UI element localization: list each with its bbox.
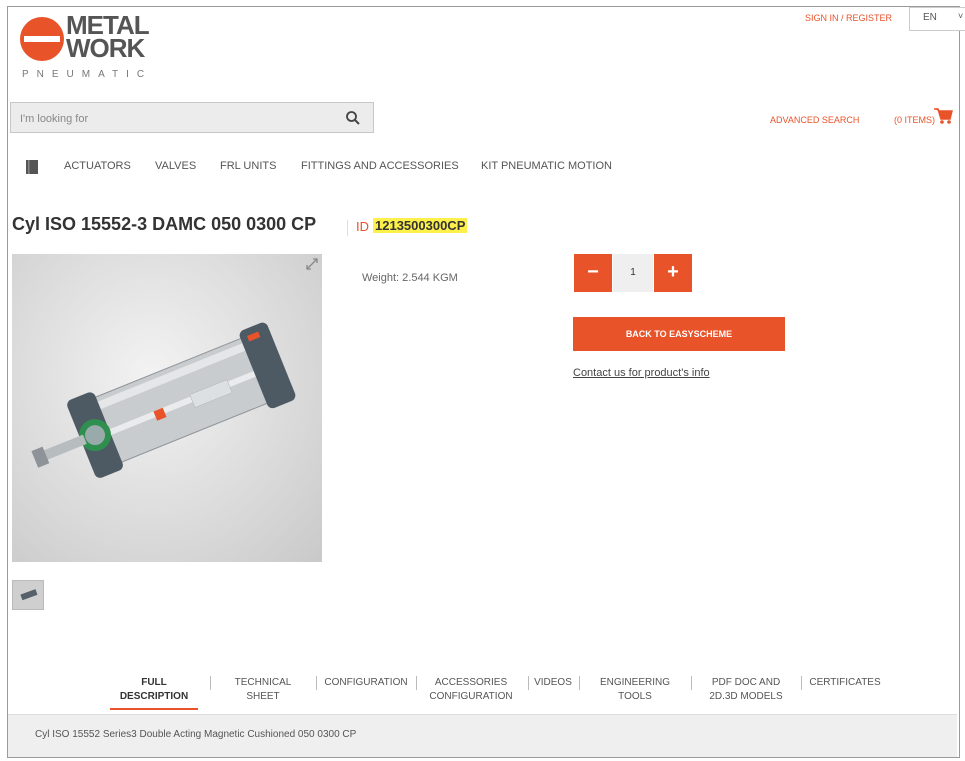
nav-item-fittings[interactable]: FITTINGS AND ACCESSORIES [301,160,459,172]
tab-separator [801,676,802,690]
sign-in-register-link[interactable]: SIGN IN / REGISTER [805,13,892,23]
logo-wordmark: METAL WORK [66,10,150,63]
product-id-value: 1213500300CP [373,218,468,233]
product-image[interactable] [12,254,322,562]
tab-separator [691,676,692,690]
tab-configuration[interactable]: CONFIGURATION [321,676,411,690]
advanced-search-link[interactable]: ADVANCED SEARCH [770,115,859,125]
search-input[interactable]: I'm looking for [20,113,88,125]
back-to-easyscheme-button[interactable]: BACK TO EASYSCHEME [573,317,785,351]
tab-technical-sheet[interactable]: TECHNICAL SHEET [217,676,309,704]
expand-icon[interactable] [304,256,320,272]
contact-link[interactable]: Contact us for product's info [573,367,710,379]
quantity-input[interactable]: 1 [613,254,653,292]
description-panel: Cyl ISO 15552 Series3 Double Acting Magn… [8,714,957,757]
book-icon[interactable] [25,159,39,175]
tab-separator [416,676,417,690]
logo-subtitle: PNEUMATIC [22,69,153,80]
search-box[interactable]: I'm looking for [10,102,374,133]
tab-videos[interactable]: VIDEOS [532,676,574,690]
product-id-label: ID [356,219,369,234]
nav-item-kit-pneumatic[interactable]: KIT PNEUMATIC MOTION [481,160,612,172]
nav-item-actuators[interactable]: ACTUATORS [64,160,131,172]
quantity-decrease-button[interactable]: − [574,254,612,292]
active-tab-underline [110,708,198,710]
page-title: Cyl ISO 15552-3 DAMC 050 0300 CP [12,214,317,234]
cylinder-illustration [31,322,296,478]
search-icon[interactable] [345,110,361,126]
title-divider [347,220,348,236]
quantity-increase-button[interactable]: + [654,254,692,292]
tab-separator [579,676,580,690]
cart-count: (0 ITEMS) [894,115,936,125]
logo-mark-bar [24,36,60,42]
tab-separator [528,676,529,690]
nav-item-valves[interactable]: VALVES [155,160,196,172]
language-value: EN [923,12,937,23]
tab-engineering-tools[interactable]: ENGINEERING TOOLS [595,676,675,704]
tab-pdf-doc-models[interactable]: PDF DOC AND 2D.3D MODELS [702,676,790,704]
language-select[interactable]: EN ˅ [909,7,965,31]
tab-certificates[interactable]: CERTIFICATES [808,676,882,690]
product-thumbnail[interactable] [12,580,44,610]
product-weight: Weight: 2.544 KGM [362,272,458,284]
chevron-down-icon: ˅ [958,11,964,21]
tab-separator [210,676,211,690]
tab-accessories-configuration[interactable]: ACCESSORIES CONFIGURATION [424,676,518,704]
tab-separator [316,676,317,690]
tab-full-description[interactable]: FULL DESCRIPTION [110,676,198,710]
nav-item-frl-units[interactable]: FRL UNITS [220,160,276,172]
thumbnail-image [20,589,38,601]
product-description: Cyl ISO 15552 Series3 Double Acting Magn… [35,729,357,740]
cart-icon [934,108,953,124]
